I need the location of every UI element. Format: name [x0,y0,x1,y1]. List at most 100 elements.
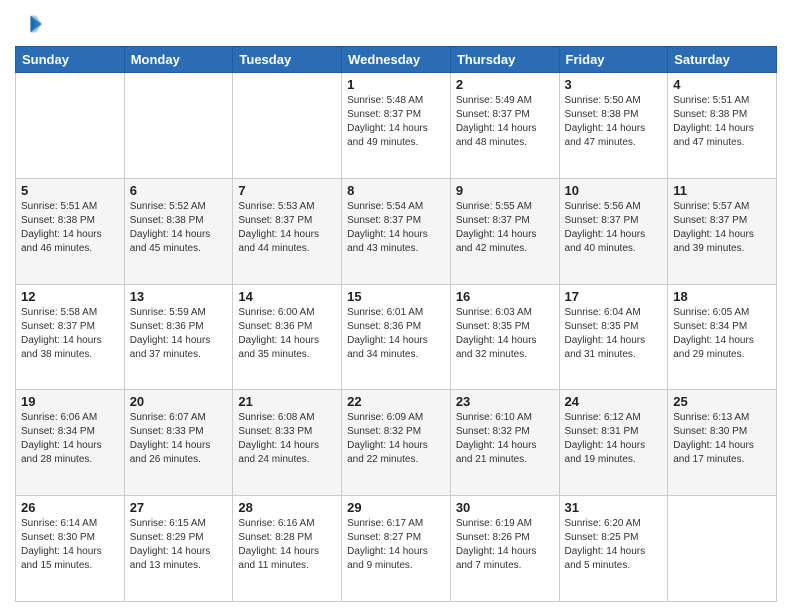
calendar-cell: 3Sunrise: 5:50 AMSunset: 8:38 PMDaylight… [559,73,668,179]
day-info: Sunrise: 6:09 AMSunset: 8:32 PMDaylight:… [347,411,445,467]
weekday-header-friday: Friday [559,47,668,73]
day-number: 31 [565,500,663,515]
day-number: 9 [456,183,554,198]
calendar-cell: 19 Sunrise: 6:06 AMSunset: 8:34 PMDayligh… [16,390,125,496]
calendar-cell: 11 Sunrise: 5:57 AMSunset: 8:37 PMDayligh… [668,178,777,284]
day-number: 30 [456,500,554,515]
weekday-header-thursday: Thursday [450,47,559,73]
day-info: Sunrise: 6:04 AMSunset: 8:35 PMDaylight:… [565,306,663,362]
calendar-cell: 22 Sunrise: 6:09 AMSunset: 8:32 PMDayligh… [342,390,451,496]
calendar-cell: 7 Sunrise: 5:53 AMSunset: 8:37 PMDaylight… [233,178,342,284]
week-row-2: 5 Sunrise: 5:51 AMSunset: 8:38 PMDaylight… [16,178,777,284]
day-number: 23 [456,394,554,409]
day-number: 22 [347,394,445,409]
day-number: 27 [130,500,228,515]
day-info: Sunrise: 5:54 AMSunset: 8:37 PMDaylight:… [347,200,445,256]
day-info: Sunrise: 6:13 AMSunset: 8:30 PMDaylight:… [673,411,771,467]
day-number: 3 [565,77,663,92]
day-number: 20 [130,394,228,409]
week-row-3: 12 Sunrise: 5:58 AMSunset: 8:37 PMDayligh… [16,284,777,390]
day-info: Sunrise: 6:00 AMSunset: 8:36 PMDaylight:… [238,306,336,362]
day-info: Sunrise: 6:10 AMSunset: 8:32 PMDaylight:… [456,411,554,467]
calendar-cell: 23 Sunrise: 6:10 AMSunset: 8:32 PMDayligh… [450,390,559,496]
calendar-cell [124,73,233,179]
calendar-cell: 21 Sunrise: 6:08 AMSunset: 8:33 PMDayligh… [233,390,342,496]
day-number: 1 [347,77,445,92]
weekday-header-wednesday: Wednesday [342,47,451,73]
day-number: 24 [565,394,663,409]
calendar-cell: 5 Sunrise: 5:51 AMSunset: 8:38 PMDaylight… [16,178,125,284]
day-number: 28 [238,500,336,515]
calendar-cell: 13 Sunrise: 5:59 AMSunset: 8:36 PMDayligh… [124,284,233,390]
day-info: Sunrise: 6:05 AMSunset: 8:34 PMDaylight:… [673,306,771,362]
day-number: 11 [673,183,771,198]
day-info: Sunrise: 5:51 AMSunset: 8:38 PMDaylight:… [21,200,119,256]
calendar-cell: 18 Sunrise: 6:05 AMSunset: 8:34 PMDayligh… [668,284,777,390]
calendar-cell: 17 Sunrise: 6:04 AMSunset: 8:35 PMDayligh… [559,284,668,390]
day-info: Sunrise: 5:56 AMSunset: 8:37 PMDaylight:… [565,200,663,256]
logo [15,10,47,38]
day-info: Sunrise: 6:03 AMSunset: 8:35 PMDaylight:… [456,306,554,362]
day-number: 10 [565,183,663,198]
day-info: Sunrise: 6:17 AMSunset: 8:27 PMDaylight:… [347,517,445,573]
day-number: 13 [130,289,228,304]
weekday-header-saturday: Saturday [668,47,777,73]
day-info: Sunrise: 6:08 AMSunset: 8:33 PMDaylight:… [238,411,336,467]
page: SundayMondayTuesdayWednesdayThursdayFrid… [0,0,792,612]
header [15,10,777,38]
calendar-cell: 4Sunrise: 5:51 AMSunset: 8:38 PMDaylight… [668,73,777,179]
calendar-cell: 31Sunrise: 6:20 AMSunset: 8:25 PMDayligh… [559,496,668,602]
logo-icon [15,10,43,38]
calendar-cell [233,73,342,179]
calendar-cell: 15 Sunrise: 6:01 AMSunset: 8:36 PMDayligh… [342,284,451,390]
day-info: Sunrise: 6:06 AMSunset: 8:34 PMDaylight:… [21,411,119,467]
week-row-1: 1 Sunrise: 5:48 AMSunset: 8:37 PMDaylight… [16,73,777,179]
weekday-header-monday: Monday [124,47,233,73]
calendar-cell: 2Sunrise: 5:49 AMSunset: 8:37 PMDaylight… [450,73,559,179]
calendar-cell: 30Sunrise: 6:19 AMSunset: 8:26 PMDayligh… [450,496,559,602]
day-number: 29 [347,500,445,515]
day-number: 26 [21,500,119,515]
calendar-cell: 26 Sunrise: 6:14 AMSunset: 8:30 PMDayligh… [16,496,125,602]
calendar-cell: 16 Sunrise: 6:03 AMSunset: 8:35 PMDayligh… [450,284,559,390]
day-info: Sunrise: 6:16 AMSunset: 8:28 PMDaylight:… [238,517,336,573]
calendar-cell: 8 Sunrise: 5:54 AMSunset: 8:37 PMDaylight… [342,178,451,284]
day-number: 7 [238,183,336,198]
day-number: 14 [238,289,336,304]
day-number: 15 [347,289,445,304]
day-info: Sunrise: 5:52 AMSunset: 8:38 PMDaylight:… [130,200,228,256]
day-info: Sunrise: 6:14 AMSunset: 8:30 PMDaylight:… [21,517,119,573]
day-info: Sunrise: 6:12 AMSunset: 8:31 PMDaylight:… [565,411,663,467]
day-number: 2 [456,77,554,92]
day-number: 18 [673,289,771,304]
day-number: 19 [21,394,119,409]
calendar-cell: 10 Sunrise: 5:56 AMSunset: 8:37 PMDayligh… [559,178,668,284]
day-number: 6 [130,183,228,198]
day-info: Sunrise: 5:58 AMSunset: 8:37 PMDaylight:… [21,306,119,362]
calendar-cell: 20Sunrise: 6:07 AMSunset: 8:33 PMDayligh… [124,390,233,496]
day-number: 4 [673,77,771,92]
calendar-cell: 12 Sunrise: 5:58 AMSunset: 8:37 PMDayligh… [16,284,125,390]
calendar-cell: 24 Sunrise: 6:12 AMSunset: 8:31 PMDayligh… [559,390,668,496]
calendar-cell: 6 Sunrise: 5:52 AMSunset: 8:38 PMDaylight… [124,178,233,284]
weekday-header-row: SundayMondayTuesdayWednesdayThursdayFrid… [16,47,777,73]
day-number: 21 [238,394,336,409]
day-info: Sunrise: 5:48 AMSunset: 8:37 PMDaylight:… [347,94,445,150]
day-number: 12 [21,289,119,304]
day-number: 16 [456,289,554,304]
day-info: Sunrise: 5:59 AMSunset: 8:36 PMDaylight:… [130,306,228,362]
calendar-cell: 27 Sunrise: 6:15 AMSunset: 8:29 PMDayligh… [124,496,233,602]
day-number: 25 [673,394,771,409]
day-info: Sunrise: 6:15 AMSunset: 8:29 PMDaylight:… [130,517,228,573]
day-info: Sunrise: 5:53 AMSunset: 8:37 PMDaylight:… [238,200,336,256]
day-number: 17 [565,289,663,304]
day-info: Sunrise: 5:57 AMSunset: 8:37 PMDaylight:… [673,200,771,256]
calendar-cell: 28 Sunrise: 6:16 AMSunset: 8:28 PMDayligh… [233,496,342,602]
day-number: 5 [21,183,119,198]
day-info: Sunrise: 6:01 AMSunset: 8:36 PMDaylight:… [347,306,445,362]
calendar-cell [668,496,777,602]
weekday-header-tuesday: Tuesday [233,47,342,73]
day-number: 8 [347,183,445,198]
calendar-cell: 29 Sunrise: 6:17 AMSunset: 8:27 PMDayligh… [342,496,451,602]
calendar-table: SundayMondayTuesdayWednesdayThursdayFrid… [15,46,777,602]
